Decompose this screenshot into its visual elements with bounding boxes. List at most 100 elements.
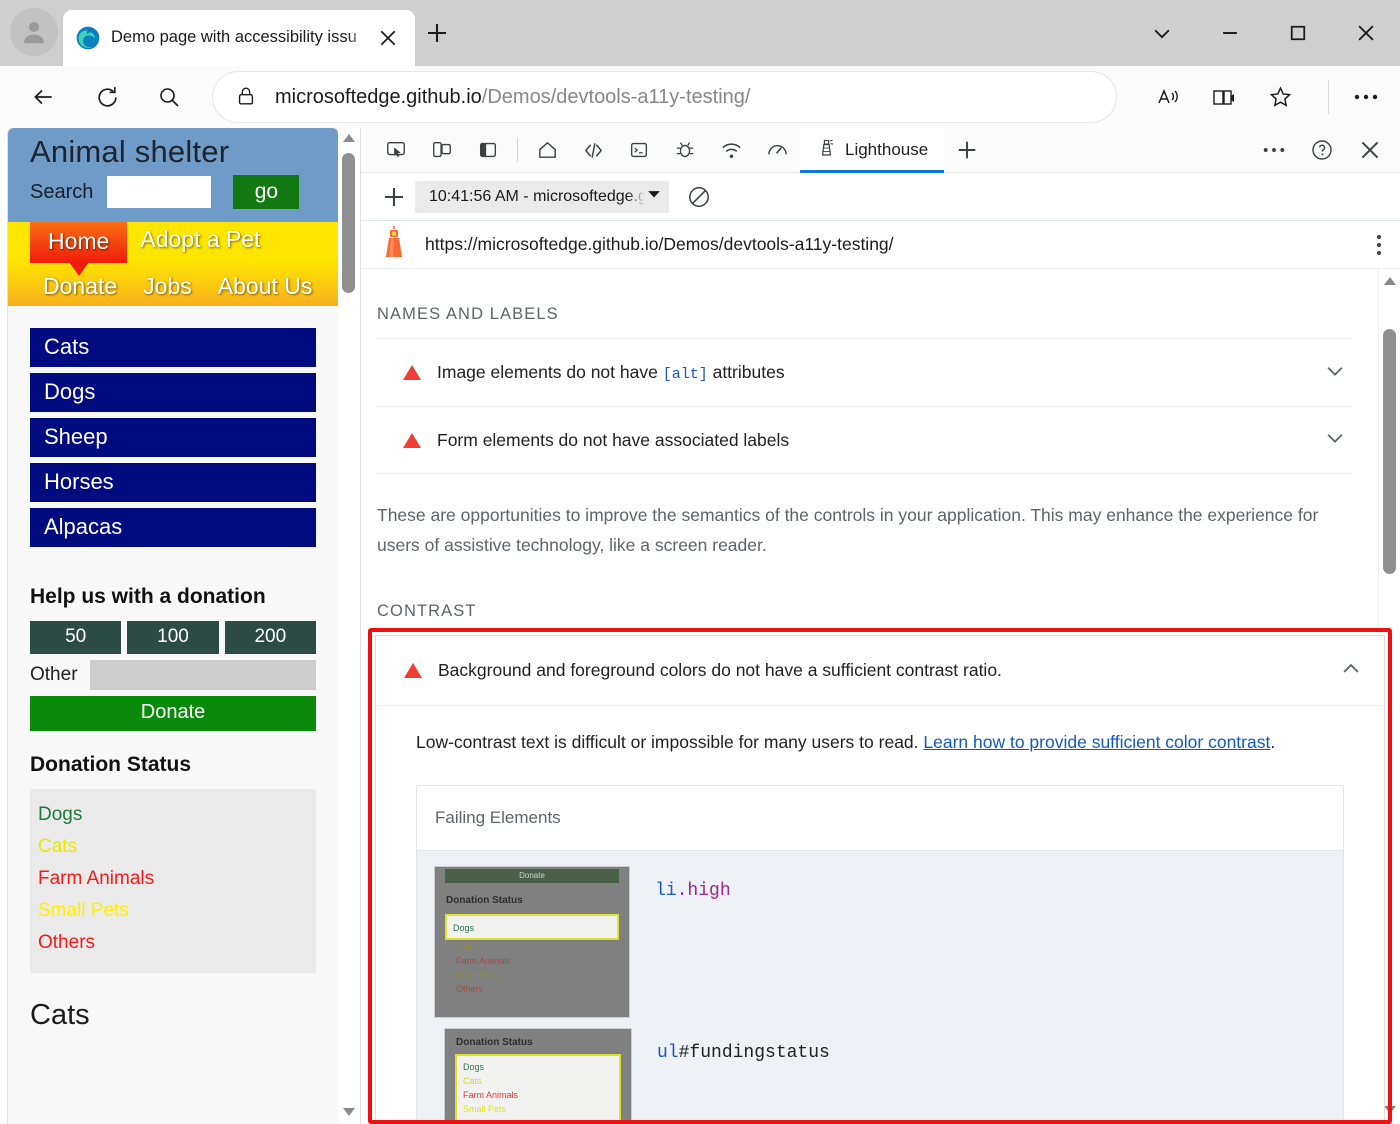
profile-avatar[interactable] (10, 8, 58, 56)
kebab-menu-icon[interactable] (1376, 233, 1382, 262)
search-icon[interactable] (146, 74, 192, 120)
ellipsis-icon[interactable] (1338, 72, 1394, 122)
url-path: /Demos/devtools-a11y-testing/ (481, 85, 751, 108)
help-circle-icon[interactable] (1298, 128, 1346, 172)
animal-link-sheep[interactable]: Sheep (30, 418, 316, 457)
failing-elements-table: Failing Elements Donate Donation Status … (416, 785, 1344, 1124)
devtools-more-icon[interactable] (1250, 128, 1298, 172)
address-url: microsoftedge.github.io/Demos/devtools-a… (275, 86, 750, 109)
animal-shelter-page: Animal shelter Search go Home Adopt a Pe… (8, 128, 338, 1124)
performance-icon[interactable] (754, 128, 800, 172)
address-input[interactable]: microsoftedge.github.io/Demos/devtools-a… (213, 72, 1116, 122)
thumb-row-dogs: Dogs (453, 923, 475, 933)
new-tab-button[interactable] (420, 16, 454, 50)
sources-debug-icon[interactable] (662, 128, 708, 172)
thumb-row-others: Others (456, 984, 484, 994)
page-scrollbar-thumb[interactable] (342, 153, 355, 293)
audit-row-form-labels[interactable]: Form elements do not have associated lab… (377, 406, 1352, 474)
failing-element-thumbnail[interactable]: Donate Donation Status Dogs Cats Farm An… (435, 867, 629, 1017)
contrast-audit-header[interactable]: Background and foreground colors do not … (376, 636, 1384, 706)
failing-element-row[interactable]: Donation Status Dogs Cats Farm Animals S… (435, 1029, 1343, 1124)
selector-id: #fundingstatus (678, 1043, 830, 1063)
nav-item-about-us[interactable]: About Us (205, 269, 326, 303)
failing-element-row[interactable]: Donate Donation Status Dogs Cats Farm An… (435, 867, 1343, 1017)
report-select-label: 10:41:56 AM - microsoftedge.g (429, 187, 645, 205)
selector-tag: li (655, 881, 677, 901)
site-header: Animal shelter Search go (8, 128, 338, 222)
url-host: microsoftedge.github.io (275, 85, 482, 108)
plus-icon (428, 24, 446, 42)
chevron-up-icon[interactable] (1340, 657, 1362, 684)
thumb-row-farm-animals: Farm Animals (456, 956, 512, 966)
lock-icon (235, 85, 259, 109)
refresh-icon[interactable] (84, 74, 130, 120)
close-window-icon[interactable] (1332, 0, 1400, 66)
audit-row-image-alt[interactable]: Image elements do not have [alt] attribu… (377, 338, 1352, 406)
clear-reports-button[interactable] (679, 177, 719, 217)
warning-triangle-icon (404, 663, 422, 678)
inspect-element-icon[interactable] (373, 128, 419, 172)
donation-amount-100[interactable]: 100 (127, 621, 219, 654)
animal-link-alpacas[interactable]: Alpacas (30, 508, 316, 547)
devtools-close-icon[interactable] (1346, 128, 1394, 172)
browser-tab[interactable]: Demo page with accessibility issu (63, 10, 415, 66)
funding-status-list: Dogs Cats Farm Animals Small Pets Others (30, 789, 316, 973)
network-icon[interactable] (708, 128, 754, 172)
thumb-donate-button: Donate (445, 869, 619, 883)
donate-submit-button[interactable]: Donate (30, 696, 316, 731)
add-panel-button[interactable] (944, 128, 990, 172)
console-icon[interactable] (616, 128, 662, 172)
page-scroll-down-icon[interactable] (343, 1108, 355, 1116)
animal-category-list: Cats Dogs Sheep Horses Alpacas (8, 306, 338, 563)
star-icon[interactable] (1252, 72, 1308, 122)
search-input[interactable] (107, 176, 212, 208)
donation-amount-50[interactable]: 50 (30, 621, 122, 654)
immersive-reader-icon[interactable] (1196, 72, 1252, 122)
nav-item-jobs[interactable]: Jobs (130, 269, 205, 303)
warning-triangle-icon (403, 432, 421, 448)
scroll-up-icon[interactable] (1384, 277, 1396, 285)
report-select-dropdown[interactable]: 10:41:56 AM - microsoftedge.g (415, 180, 669, 213)
search-go-button[interactable]: go (233, 175, 300, 209)
toolbar-divider (1328, 80, 1329, 114)
section-title-contrast: CONTRAST (377, 602, 477, 621)
chevron-down-icon[interactable] (1324, 427, 1346, 454)
back-arrow-icon[interactable] (20, 74, 66, 120)
tab-lighthouse[interactable]: Lighthouse (800, 128, 945, 173)
thumb-row-cats: Cats (463, 1076, 482, 1086)
contrast-learn-more-link[interactable]: Learn how to provide sufficient color co… (923, 732, 1270, 752)
failing-element-thumbnail[interactable]: Donation Status Dogs Cats Farm Animals S… (445, 1029, 631, 1124)
contrast-audit-card: Background and foreground colors do not … (376, 636, 1384, 1124)
edge-logo-icon (75, 25, 101, 51)
elements-code-icon[interactable] (570, 128, 616, 172)
welcome-home-icon[interactable] (524, 128, 570, 172)
device-emulation-icon[interactable] (419, 128, 465, 172)
read-aloud-icon[interactable] (1140, 72, 1196, 122)
donation-block: Help us with a donation 50 100 200 Other… (8, 563, 338, 1032)
thumb-highlight-box: Dogs (445, 914, 619, 940)
nav-item-adopt-a-pet[interactable]: Adopt a Pet (127, 222, 273, 256)
maximize-icon[interactable] (1264, 0, 1332, 66)
animal-link-horses[interactable]: Horses (30, 463, 316, 502)
lighthouse-scrollbar-thumb[interactable] (1383, 329, 1396, 574)
failing-elements-table-header: Failing Elements (417, 786, 1343, 851)
tab-actions-chevron-icon[interactable] (1128, 0, 1196, 66)
dock-side-icon[interactable] (465, 128, 511, 172)
minimize-icon[interactable] (1196, 0, 1264, 66)
thumb-row-cats: Cats (456, 942, 475, 952)
animal-link-dogs[interactable]: Dogs (30, 373, 316, 412)
donation-other-input[interactable] (89, 660, 316, 690)
new-lighthouse-report-button[interactable] (373, 176, 415, 218)
failing-element-selector: ul#fundingstatus (657, 1029, 830, 1063)
chevron-down-icon[interactable] (1324, 359, 1346, 386)
scroll-down-icon[interactable] (1384, 1106, 1396, 1114)
nav-item-home[interactable]: Home (30, 222, 128, 276)
thumb-row-small-pets: Small Pets (463, 1104, 507, 1114)
close-tab-icon[interactable] (373, 23, 403, 53)
animal-link-cats[interactable]: Cats (30, 328, 316, 367)
page-scrollbar[interactable] (338, 128, 360, 1124)
donation-amount-200[interactable]: 200 (224, 621, 316, 654)
thumb-row-farm-animals: Farm Animals (463, 1090, 519, 1100)
status-item-dogs: Dogs (38, 804, 83, 825)
page-scroll-up-icon[interactable] (343, 134, 355, 142)
